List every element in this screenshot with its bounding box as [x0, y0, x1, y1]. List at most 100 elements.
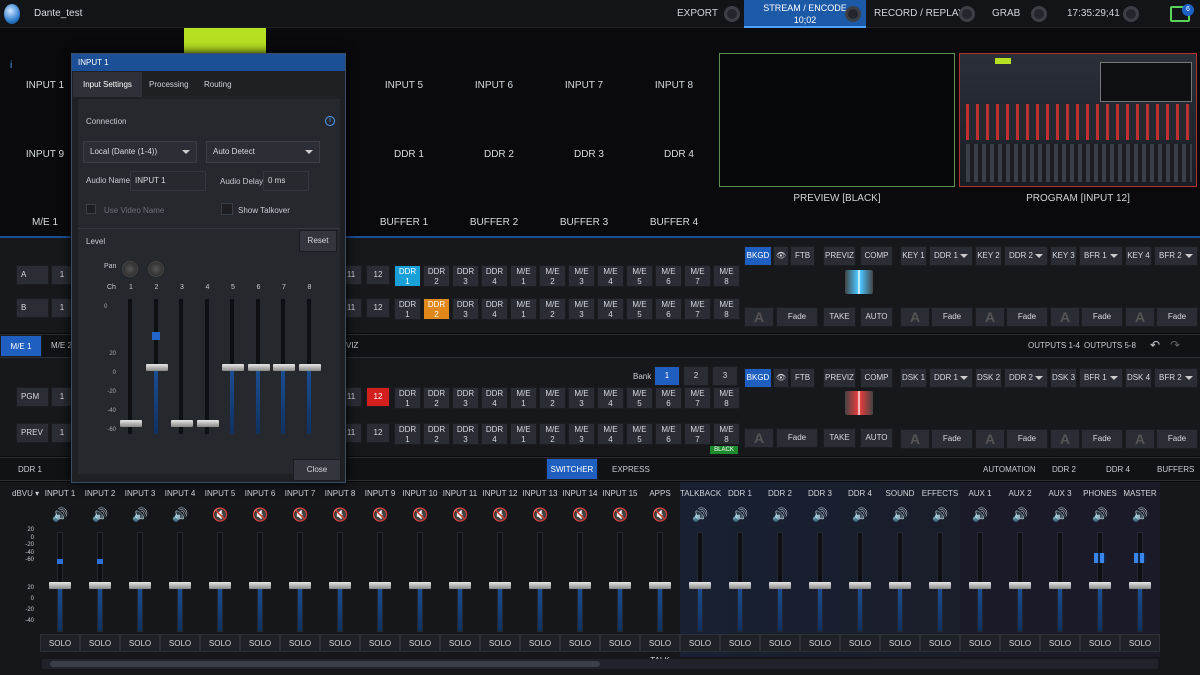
- auto-a-icon[interactable]: A: [744, 307, 774, 327]
- grab-gear-icon[interactable]: [1031, 6, 1047, 22]
- speaker-icon[interactable]: 🔊: [132, 507, 148, 523]
- source-button-5[interactable]: M/E 2: [539, 423, 566, 445]
- dsk-source-dropdown[interactable]: BFR 2: [1154, 368, 1198, 388]
- dsk-fade-button[interactable]: Fade: [931, 429, 973, 449]
- ddr-label[interactable]: DDR 3: [544, 149, 634, 160]
- dsk-label-button[interactable]: DSK 1: [900, 368, 927, 388]
- fader-cap[interactable]: [849, 582, 871, 589]
- automation-tab[interactable]: AUTOMATION: [983, 465, 1036, 474]
- speaker-icon[interactable]: 🔊: [892, 507, 908, 523]
- fader-cap[interactable]: [969, 582, 991, 589]
- dsk-auto-icon[interactable]: A: [900, 429, 930, 449]
- tab-processing[interactable]: Processing: [139, 72, 199, 97]
- mixer-channel-label[interactable]: INPUT 13: [520, 489, 560, 498]
- mixer-channel-label[interactable]: INPUT 12: [480, 489, 520, 498]
- solo-button[interactable]: SOLO: [880, 634, 920, 652]
- tab-viz[interactable]: VIZ: [346, 341, 358, 350]
- speaker-icon[interactable]: 🔊: [932, 507, 948, 523]
- speaker-icon[interactable]: 🔊: [172, 507, 188, 523]
- ddr2-tab[interactable]: DDR 2: [1052, 465, 1076, 474]
- mixer-channel-label[interactable]: INPUT 5: [200, 489, 240, 498]
- dsk-bkgd-button[interactable]: BKGD: [744, 368, 772, 388]
- dsk-source-dropdown[interactable]: BFR 1: [1079, 368, 1123, 388]
- input-label[interactable]: INPUT 8: [634, 80, 714, 91]
- bkgd-button[interactable]: BKGD: [744, 246, 772, 266]
- take-button[interactable]: TAKE: [823, 307, 856, 327]
- mixer-channel-label[interactable]: AUX 2: [1000, 489, 1040, 498]
- source-button-4[interactable]: M/E 1: [510, 387, 537, 409]
- dsk-auto-icon[interactable]: A: [975, 429, 1005, 449]
- previz-button[interactable]: PREVIZ: [823, 246, 856, 266]
- ddr-label[interactable]: DDR 2: [454, 149, 544, 160]
- scrollbar-thumb[interactable]: [50, 661, 600, 667]
- source-button-2[interactable]: DDR 3: [452, 423, 479, 445]
- speaker-muted-icon[interactable]: 🔇: [292, 507, 308, 523]
- fader-cap[interactable]: [529, 582, 551, 589]
- source-button-5[interactable]: M/E 2: [539, 387, 566, 409]
- source-button-1[interactable]: DDR 2: [423, 423, 450, 445]
- speaker-icon[interactable]: 🔊: [972, 507, 988, 523]
- source-button-11[interactable]: M/E 8: [713, 265, 740, 287]
- mixer-channel-label[interactable]: AUX 3: [1040, 489, 1080, 498]
- fader-cap[interactable]: [769, 582, 791, 589]
- key-fade-button[interactable]: Fade: [1156, 307, 1198, 327]
- solo-button[interactable]: SOLO: [680, 634, 720, 652]
- source-button-6[interactable]: M/E 3: [568, 298, 595, 320]
- row-b-select[interactable]: B: [16, 298, 49, 318]
- source-button-3[interactable]: DDR 4: [481, 298, 508, 320]
- solo-button[interactable]: SOLO: [960, 634, 1000, 652]
- channel-fader-cap[interactable]: [298, 364, 321, 371]
- fader-cap[interactable]: [889, 582, 911, 589]
- express-tab[interactable]: EXPRESS: [612, 465, 650, 474]
- mixer-channel-label[interactable]: SOUND: [880, 489, 920, 498]
- dsk-fade-button[interactable]: Fade: [1006, 429, 1048, 449]
- input-label[interactable]: INPUT 7: [544, 80, 624, 91]
- fader-cap[interactable]: [49, 582, 71, 589]
- notifications-icon[interactable]: 6: [1170, 4, 1194, 22]
- source-button-9[interactable]: M/E 6: [655, 387, 682, 409]
- fader-cap[interactable]: [1009, 582, 1031, 589]
- pan-knob-left[interactable]: [122, 261, 138, 277]
- source-button-0[interactable]: DDR 1: [394, 423, 421, 445]
- fader-cap[interactable]: [809, 582, 831, 589]
- fader-cap[interactable]: [249, 582, 271, 589]
- solo-button[interactable]: SOLO: [240, 634, 280, 652]
- buffer-label[interactable]: BUFFER 1: [364, 217, 444, 228]
- speaker-muted-icon[interactable]: 🔇: [452, 507, 468, 523]
- key-fade-button[interactable]: Fade: [1006, 307, 1048, 327]
- source-button-9[interactable]: M/E 6: [655, 298, 682, 320]
- pgm-input-12[interactable]: 12: [366, 387, 390, 407]
- fader-cap[interactable]: [129, 582, 151, 589]
- source-button-6[interactable]: M/E 3: [568, 423, 595, 445]
- solo-button[interactable]: SOLO: [120, 634, 160, 652]
- ftb-button[interactable]: FTB: [790, 246, 815, 266]
- main-auto-button[interactable]: AUTO: [860, 428, 893, 448]
- export-gear-icon[interactable]: [724, 6, 740, 22]
- fader-cap[interactable]: [1049, 582, 1071, 589]
- source-button-3[interactable]: DDR 4: [481, 387, 508, 409]
- solo-button[interactable]: SOLO: [520, 634, 560, 652]
- outputs-5-8-tab[interactable]: OUTPUTS 5-8: [1084, 341, 1136, 350]
- key-auto-icon[interactable]: A: [975, 307, 1005, 327]
- speaker-muted-icon[interactable]: 🔇: [412, 507, 428, 523]
- key-source-dropdown[interactable]: BFR 1: [1079, 246, 1123, 266]
- mixer-channel-label[interactable]: INPUT 7: [280, 489, 320, 498]
- mixer-channel-label[interactable]: INPUT 11: [440, 489, 480, 498]
- channel-fader-track[interactable]: [127, 298, 133, 435]
- dsk-auto-a-icon[interactable]: A: [744, 428, 774, 448]
- dsk-label-button[interactable]: DSK 2: [975, 368, 1002, 388]
- export-button[interactable]: EXPORT: [677, 8, 718, 19]
- source-button-7[interactable]: M/E 4: [597, 298, 624, 320]
- mixer-channel-label[interactable]: MASTER: [1120, 489, 1160, 498]
- solo-button[interactable]: SOLO: [560, 634, 600, 652]
- source-button-2[interactable]: DDR 3: [452, 298, 479, 320]
- channel-fader-cap[interactable]: [171, 420, 193, 427]
- key-label-button[interactable]: KEY 2: [975, 246, 1002, 266]
- solo-button[interactable]: SOLO: [1080, 634, 1120, 652]
- source-button-2[interactable]: DDR 3: [452, 387, 479, 409]
- solo-button[interactable]: SOLO: [840, 634, 880, 652]
- ddr-label[interactable]: DDR 4: [634, 149, 724, 160]
- solo-button[interactable]: SOLO: [760, 634, 800, 652]
- channel-fader-cap[interactable]: [145, 364, 168, 371]
- main-take-button[interactable]: TAKE: [823, 428, 856, 448]
